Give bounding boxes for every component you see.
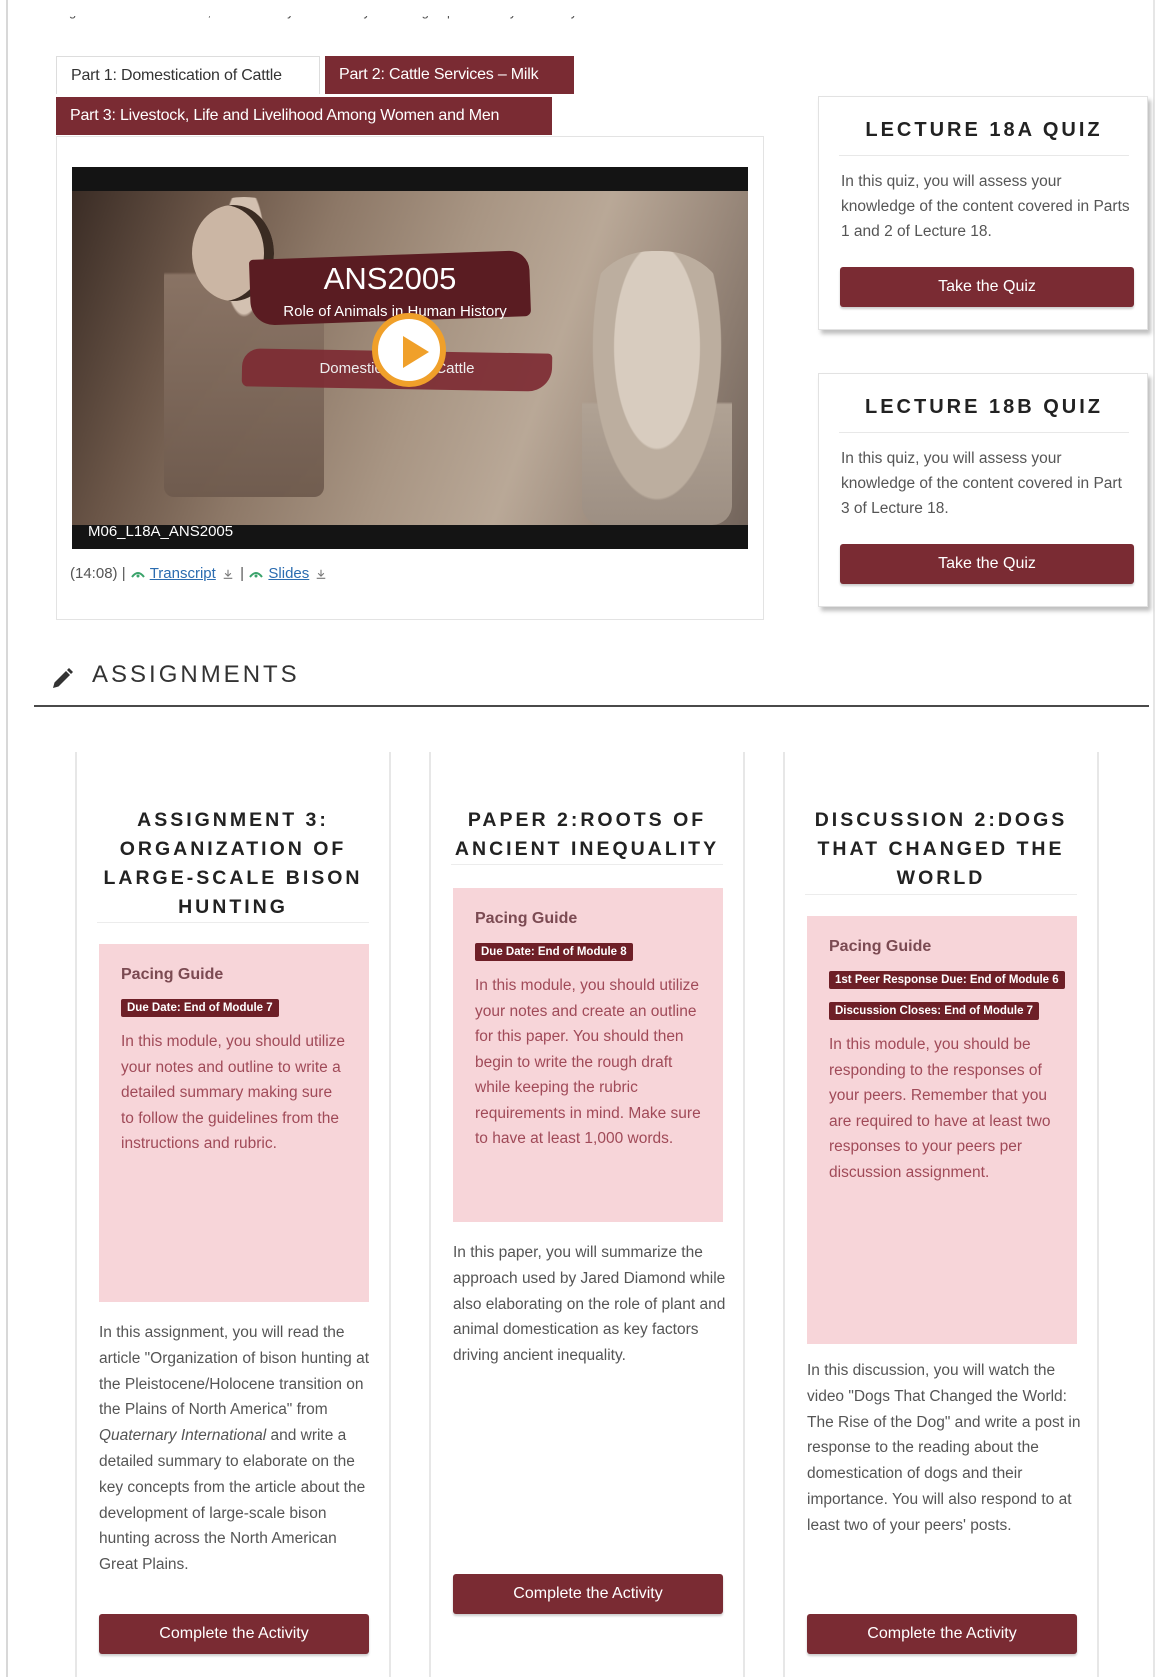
pacing-guide: Pacing Guide Due Date: End of Module 8 I… [453,888,723,1222]
assignment-description: In this paper, you will summarize the ap… [453,1244,726,1365]
download-icon[interactable] [313,569,329,579]
pacing-guide: Pacing Guide 1st Peer Response Due: End … [807,916,1077,1344]
divider [97,922,369,923]
divider [805,894,1077,895]
complete-activity-button[interactable]: Complete the Activity [453,1574,723,1614]
page-border-left [6,0,8,1677]
assignment-card: DISCUSSION 2:DOGS THAT CHANGED THE WORLD… [783,752,1099,1677]
video-id-label: M06_L18A_ANS2005 [88,523,234,540]
tab-part-3[interactable]: Part 3: Livestock, Life and Livelihood A… [56,97,552,135]
assignment-card: PAPER 2:ROOTS OF ANCIENT INEQUALITY Paci… [429,752,745,1677]
assignment-title: DISCUSSION 2:DOGS THAT CHANGED THE WORLD [814,809,1068,889]
quiz-card-18a: LECTURE 18A QUIZ In this quiz, you will … [818,96,1148,330]
section-divider [34,705,1149,707]
assignment-title: ASSIGNMENT 3: ORGANIZATION OF LARGE-SCAL… [103,809,363,918]
due-date-badge: Due Date: End of Module 8 [475,943,633,961]
download-icon[interactable] [220,569,236,579]
slides-link[interactable]: Slides [268,565,309,582]
quiz-title: LECTURE 18B QUIZ [864,396,1104,418]
pacing-guide-label: Pacing Guide [121,966,224,983]
assignment-description: In this assignment, you will read the ar… [99,1320,379,1578]
assignment-card: ASSIGNMENT 3: ORGANIZATION OF LARGE-SCAL… [75,752,391,1677]
cut-off-paragraph: origin of lactose tolerance, and the lik… [54,4,716,19]
separator: | [121,565,126,582]
take-quiz-button[interactable]: Take the Quiz [840,267,1134,307]
external-link-icon [249,572,264,578]
divider [839,432,1129,433]
quiz-title: LECTURE 18A QUIZ [865,119,1103,141]
video-thumbnail: ANS2005 Role of Animals in Human History… [72,191,748,525]
pencil-icon [53,668,73,688]
pacing-guide: Pacing Guide Due Date: End of Module 7 I… [99,944,369,1302]
video-duration: (14:08) [70,565,118,582]
pacing-guide-text: In this module, you should utilize your … [475,977,701,1147]
quiz-description: In this quiz, you will assess your knowl… [841,173,1130,240]
description-text: In this assignment, you will read the ar… [99,1324,370,1419]
separator: | [240,565,245,582]
pacing-guide-text: In this module, you should be responding… [829,1036,1051,1181]
external-link-icon [130,572,145,578]
quiz-card-18b: LECTURE 18B QUIZ In this quiz, you will … [818,373,1148,607]
thumbnail-camel [582,251,732,525]
section-heading: ASSIGNMENTS [92,661,300,688]
tab-part-1[interactable]: Part 1: Domestication of Cattle [56,56,320,94]
discussion-closes-badge: Discussion Closes: End of Module 7 [829,1002,1040,1020]
play-button[interactable] [372,313,446,387]
take-quiz-button[interactable]: Take the Quiz [840,544,1134,584]
video-player[interactable]: ANS2005 Role of Animals in Human History… [72,167,748,549]
divider [839,155,1129,156]
video-course-code: ANS2005 [323,261,457,296]
description-text: and write a detailed summary to elaborat… [99,1427,366,1574]
tab-part-2[interactable]: Part 2: Cattle Services – Milk [325,56,574,94]
complete-activity-button[interactable]: Complete the Activity [807,1614,1077,1654]
complete-activity-button[interactable]: Complete the Activity [99,1614,369,1654]
peer-response-badge: 1st Peer Response Due: End of Module 6 [829,971,1065,989]
pacing-guide-text: In this module, you should utilize your … [121,1033,346,1152]
play-icon [403,336,429,368]
quiz-description: In this quiz, you will assess your knowl… [841,450,1122,517]
assignment-description: In this discussion, you will watch the v… [807,1362,1081,1534]
transcript-link[interactable]: Transcript [150,565,216,582]
journal-name: Quaternary International [99,1427,267,1445]
due-date-badge: Due Date: End of Module 7 [121,999,279,1017]
pacing-guide-label: Pacing Guide [829,938,932,955]
assignment-title: PAPER 2:ROOTS OF ANCIENT INEQUALITY [454,809,720,860]
divider [451,864,723,865]
video-meta: (14:08) | Transcript | Slides [70,565,329,582]
pacing-guide-label: Pacing Guide [475,910,578,927]
